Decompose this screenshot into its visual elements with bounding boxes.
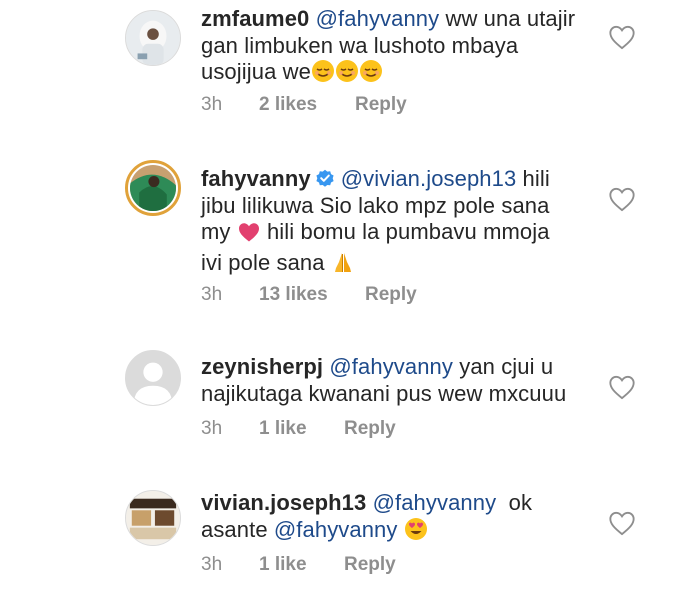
comment-text: ivi pole sana xyxy=(201,249,325,275)
avatar-zmfaume0[interactable] xyxy=(125,10,181,66)
comment-mention[interactable]: @fahyvanny xyxy=(373,490,497,515)
comment-mention[interactable]: @vivian.joseph13 xyxy=(341,166,517,191)
comment-username[interactable]: vivian.joseph13 xyxy=(201,490,366,515)
comment-username[interactable]: zmfaume0 xyxy=(201,6,309,31)
avatar-image xyxy=(130,165,176,211)
heart-outline-icon[interactable] xyxy=(608,510,636,536)
comment-text: gan limbuken wa lushoto mbaya xyxy=(201,32,519,58)
comment-text: ww una utajir xyxy=(445,6,576,31)
avatar-image xyxy=(126,351,180,405)
heart-outline-icon[interactable] xyxy=(608,186,636,212)
comment-username[interactable]: fahyvanny xyxy=(201,166,311,191)
comment-body: zmfaume0 @fahyvanny ww una utajir gan li… xyxy=(201,6,581,90)
comment-zmfaume0: zmfaume0 @fahyvanny ww una utajir gan li… xyxy=(0,0,674,130)
reply-button[interactable]: Reply xyxy=(344,554,396,576)
reply-button[interactable]: Reply xyxy=(344,418,396,440)
comment-text: my xyxy=(201,219,231,244)
avatar-image xyxy=(126,11,180,65)
comment-likes[interactable]: 1 like xyxy=(259,554,307,576)
comment-mention[interactable]: @fahyvanny xyxy=(329,354,453,379)
comment-likes[interactable]: 13 likes xyxy=(259,284,328,306)
smiling-face-emoji xyxy=(335,59,359,90)
comment-body: vivian.joseph13 @fahyvanny ok asante @fa… xyxy=(201,490,581,547)
comment-zeynisherpj: zeynisherpj @fahyvanny yan cjui u najiku… xyxy=(0,340,674,450)
comment-time: 3h xyxy=(201,94,223,115)
avatar-vivian-joseph13[interactable] xyxy=(125,490,181,546)
comment-body: zeynisherpj @fahyvanny yan cjui u najiku… xyxy=(201,354,581,407)
heart-eyes-emoji xyxy=(404,517,428,548)
comment-text: usojijua we xyxy=(201,59,311,84)
comment-body: fahyvanny @vivian.joseph13 hili jibu lili… xyxy=(201,166,581,280)
heart-emoji xyxy=(237,221,261,250)
comment-mention[interactable]: @fahyvanny xyxy=(316,6,440,31)
comment-text: najikutaga kwanani pus wew mxcuuu xyxy=(201,380,567,406)
comment-text: asante xyxy=(201,516,268,542)
comment-time: 3h xyxy=(201,418,223,439)
comment-text: ok xyxy=(508,490,533,515)
heart-outline-icon[interactable] xyxy=(608,374,636,400)
comment-vivian-joseph13: vivian.joseph13 @fahyvanny ok asante @fa… xyxy=(0,476,674,596)
comment-likes[interactable]: 2 likes xyxy=(259,94,317,116)
folded-hands-emoji xyxy=(331,250,355,281)
comment-text: jibu lilikuwa Sio lako mpz pole sana xyxy=(201,192,550,218)
verified-badge-icon xyxy=(315,168,335,188)
comment-likes[interactable]: 1 like xyxy=(259,418,307,440)
smiling-face-emoji xyxy=(311,59,335,90)
default-avatar-icon[interactable] xyxy=(125,350,181,406)
comment-text: hili bomu la pumbavu mmoja xyxy=(266,219,550,244)
avatar-fahyvanny[interactable] xyxy=(125,160,181,216)
comment-fahyvanny: fahyvanny @vivian.joseph13 hili jibu lili… xyxy=(0,150,674,320)
reply-button[interactable]: Reply xyxy=(365,284,417,306)
avatar-image xyxy=(126,491,180,545)
comment-username[interactable]: zeynisherpj xyxy=(201,354,323,379)
comment-text: yan cjui u xyxy=(459,354,554,379)
heart-outline-icon[interactable] xyxy=(608,24,636,50)
comment-text: hili xyxy=(522,166,550,191)
comment-mention[interactable]: @fahyvanny xyxy=(274,517,398,542)
smiling-face-emoji xyxy=(359,59,383,90)
reply-button[interactable]: Reply xyxy=(355,94,407,116)
comment-time: 3h xyxy=(201,554,223,575)
comment-time: 3h xyxy=(201,284,223,305)
